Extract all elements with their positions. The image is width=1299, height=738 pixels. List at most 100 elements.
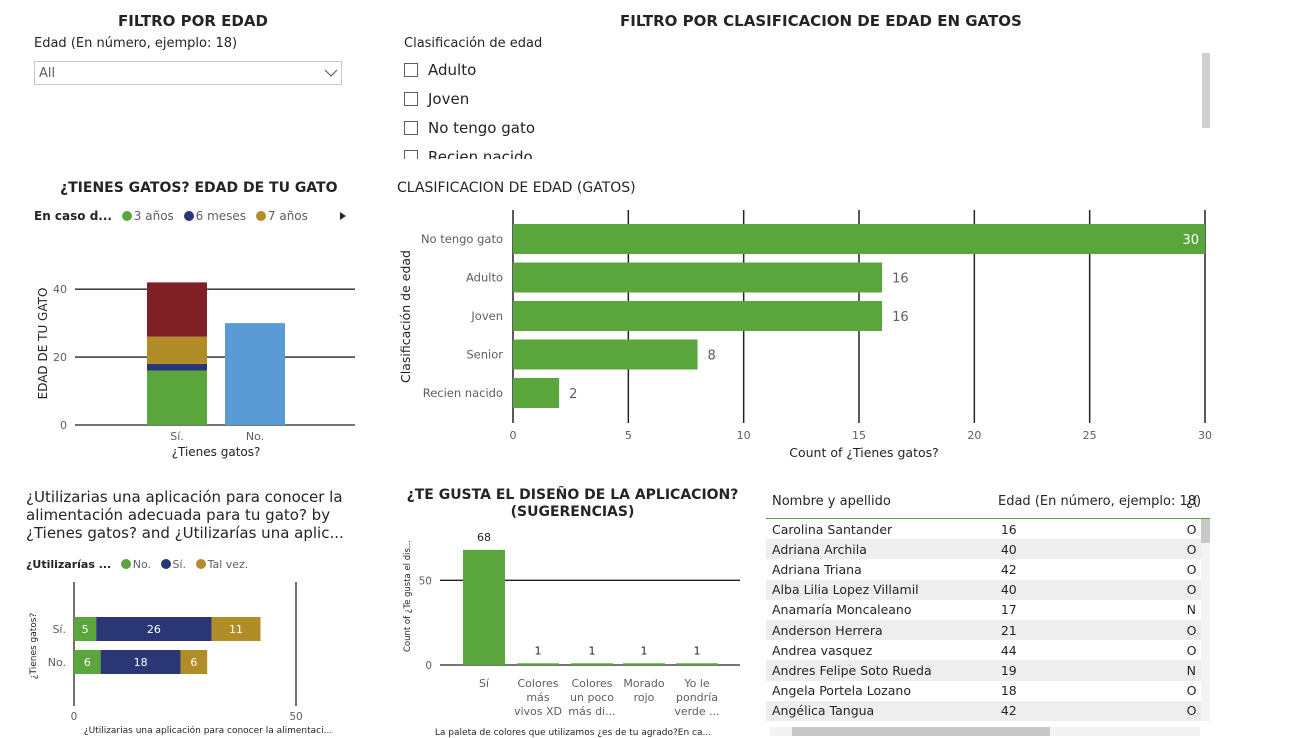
- data-label: 30: [1182, 233, 1199, 248]
- x-tick-label: 20: [967, 429, 981, 442]
- table-cell: 40: [994, 539, 1181, 560]
- table-row[interactable]: Adriana Archila 40 O: [766, 539, 1210, 560]
- table-header: Nombre y apellido Edad (En número, ejemp…: [766, 486, 1210, 519]
- table-row[interactable]: Angela Portela Lozano 18 O: [766, 681, 1210, 701]
- y-tick-label: 0: [425, 660, 432, 672]
- table-row[interactable]: Carolina Santander 16 O: [766, 519, 1210, 539]
- table-cell: 18: [1000, 683, 1017, 699]
- checkbox-no-tengo-gato[interactable]: No tengo gato: [404, 113, 1184, 142]
- data-label: 6: [84, 656, 91, 669]
- title-line: ¿Utilizarias una aplicación para conocer…: [26, 488, 343, 506]
- data-label: 68: [477, 531, 491, 544]
- x-tick-label: 25: [1083, 429, 1097, 442]
- data-label: 5: [82, 623, 89, 636]
- filter-edad-label: Edad (En número, ejemplo: 18): [34, 36, 238, 51]
- x-tick-label: un poco: [570, 691, 614, 704]
- legend-item: Sí.: [172, 558, 187, 571]
- x-tick-label: pondría: [676, 691, 718, 704]
- bar: [513, 224, 1205, 254]
- checkbox-label: Recien nacido: [428, 147, 533, 160]
- bar-segment: [147, 363, 207, 371]
- bar-segment: [225, 323, 285, 425]
- x-tick-label: 10: [737, 429, 751, 442]
- x-tick-label: 0: [71, 711, 78, 723]
- checkbox-box[interactable]: [404, 62, 418, 77]
- table-cell: Anderson Herrera: [766, 619, 995, 641]
- table-cell: Alba Lilia Lopez Villamil: [766, 579, 995, 600]
- y-axis-title: Count of ¿Te gusta el dis...: [403, 540, 413, 652]
- y-tick-label: Joven: [470, 309, 503, 323]
- table-body: Carolina Santander 16 O Adriana Archila 40 O A…: [766, 519, 1210, 721]
- filter-clasif-title: FILTRO POR CLASIFICACION DE EDAD EN GATO…: [620, 12, 1022, 30]
- bar-segment: [147, 282, 207, 337]
- legend-label: En caso d...: [34, 209, 112, 223]
- table-row[interactable]: Adriana Triana 42 O: [766, 559, 1210, 579]
- legend-swatch: [121, 211, 132, 221]
- table-row[interactable]: Anamaría Moncaleano 17 N: [766, 600, 1210, 620]
- y-axis-title: Clasificación de edad: [398, 250, 413, 383]
- checkbox-adulto[interactable]: Adulto: [404, 55, 1184, 84]
- table-cell: 42: [1000, 561, 1017, 577]
- x-axis-title: La paleta de colores que utilizamos ¿es …: [435, 728, 711, 738]
- header-extra[interactable]: ¿(: [1186, 494, 1198, 509]
- data-label: 11: [229, 623, 243, 636]
- header-edad[interactable]: Edad (En número, ejemplo: 18): [998, 494, 1201, 509]
- y-axis-title: EDAD DE TU GATO: [36, 288, 50, 400]
- table-cell: 16: [1000, 521, 1017, 537]
- chart3-plot: 0 50 Sí. 5 26 11 No. 6 18 6 ¿Utilizarias una aplic…: [29, 582, 332, 736]
- table-cell: 42: [994, 700, 1181, 721]
- table-cell: 17: [1000, 602, 1017, 618]
- scroll-thumb[interactable]: [792, 727, 1050, 736]
- x-axis-title: ¿Utilizarias una aplicación para conocer…: [84, 725, 332, 736]
- y-tick-label: No.: [48, 656, 66, 669]
- y-tick-label: 50: [419, 575, 432, 587]
- x-tick-label: Sí.: [170, 430, 184, 443]
- bar: [623, 663, 665, 665]
- x-tick-label: más di...: [568, 705, 615, 718]
- data-label: 16: [892, 272, 909, 287]
- table-cell: Adriana Archila: [766, 539, 995, 560]
- x-tick-label: Sí: [479, 677, 490, 690]
- y-tick-label: No tengo gato: [421, 232, 503, 246]
- checkbox-box[interactable]: [404, 120, 418, 135]
- checkbox-box[interactable]: [404, 91, 418, 106]
- table-row[interactable]: Angélica Tangua 42 O: [766, 700, 1210, 721]
- x-tick-label: 50: [289, 711, 302, 723]
- checkbox-box[interactable]: [404, 149, 418, 159]
- x-tick-label: verde ...: [674, 705, 719, 718]
- table-row[interactable]: Andrea vasquez 44 O: [766, 640, 1210, 660]
- checkbox-label: Adulto: [428, 60, 477, 79]
- checkbox-joven[interactable]: Joven: [404, 84, 1184, 113]
- table-row[interactable]: Alba Lilia Lopez Villamil 40 O: [766, 579, 1210, 600]
- table-h-scrollbar[interactable]: [770, 727, 1200, 736]
- title-line: (SUGERENCIAS): [510, 504, 635, 520]
- clasif-scrollbar[interactable]: [1202, 53, 1210, 128]
- edad-dropdown[interactable]: All: [34, 61, 342, 85]
- title-line: alimentación adecuada para tu gato? by: [26, 506, 331, 524]
- bar: [513, 301, 883, 331]
- table-row[interactable]: Anderson Herrera 21 O: [766, 619, 1210, 641]
- data-label: 8: [708, 349, 716, 364]
- y-tick-label: Senior: [466, 348, 503, 362]
- table-v-scrollbar[interactable]: [1201, 519, 1210, 721]
- header-nombre[interactable]: Nombre y apellido: [772, 494, 891, 509]
- y-tick-label: 20: [53, 351, 67, 364]
- data-label: 1: [641, 644, 648, 657]
- data-label: 1: [589, 644, 596, 657]
- legend-item: No.: [132, 558, 152, 571]
- checkbox-label: Joven: [428, 89, 470, 108]
- chart2-plot: 0 5 10 15 20 25 30 No tengo gato 30 Adulto 16 Joven…: [398, 210, 1212, 460]
- bar: [513, 378, 560, 408]
- legend-swatch: [195, 559, 206, 569]
- checkbox-recien-nacido[interactable]: Recien nacido: [404, 142, 1184, 159]
- bar: [571, 663, 613, 665]
- legend-next-icon[interactable]: [339, 211, 347, 221]
- data-label: 6: [190, 656, 197, 669]
- scroll-thumb[interactable]: [1201, 519, 1210, 543]
- legend-label: ¿Utilizarías ...: [26, 558, 112, 571]
- x-tick-label: rojo: [634, 691, 655, 704]
- bar: [463, 549, 505, 665]
- x-axis-title: Count of ¿Tienes gatos?: [789, 445, 939, 460]
- table-cell: 19: [994, 660, 1181, 681]
- table-row[interactable]: Andres Felipe Soto Rueda 19 N: [766, 660, 1210, 681]
